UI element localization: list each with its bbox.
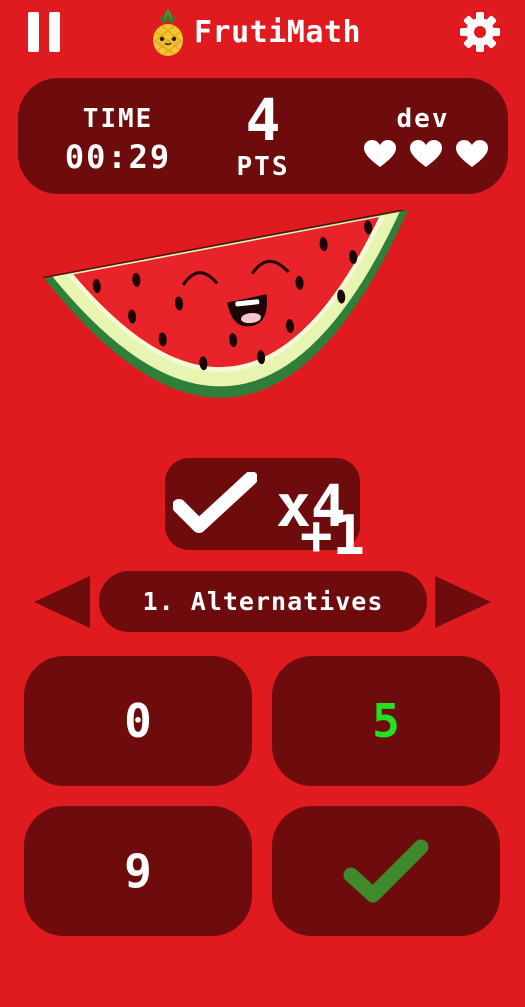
bonus-points: +1 bbox=[300, 504, 366, 567]
prev-mode-button[interactable] bbox=[34, 576, 90, 628]
pineapple-icon bbox=[153, 8, 183, 56]
answer-button-5[interactable]: 5 bbox=[272, 656, 500, 786]
time-label: TIME bbox=[82, 104, 154, 134]
app-brand: FrutiMath bbox=[148, 6, 361, 58]
next-mode-button[interactable] bbox=[435, 576, 491, 628]
check-icon bbox=[343, 839, 429, 903]
score-unit: PTS bbox=[236, 152, 290, 182]
answer-label: 5 bbox=[372, 694, 400, 748]
time-value: 00:29 bbox=[64, 138, 172, 176]
answer-button-9[interactable]: 9 bbox=[24, 806, 252, 936]
mode-selector[interactable]: 1. Alternatives bbox=[99, 571, 427, 632]
arrow-left-icon bbox=[34, 576, 90, 628]
confirm-button[interactable] bbox=[272, 806, 500, 936]
arrow-right-icon bbox=[435, 576, 491, 628]
heart-icon bbox=[456, 140, 488, 167]
player-name: dev bbox=[396, 104, 450, 134]
heart-icon bbox=[364, 140, 396, 167]
watermelon-icon bbox=[43, 210, 409, 398]
check-icon bbox=[173, 472, 257, 533]
settings-button[interactable] bbox=[458, 10, 502, 54]
answer-button-0[interactable]: 0 bbox=[24, 656, 252, 786]
app-title: FrutiMath bbox=[194, 14, 362, 50]
stats-panel: TIME 00:29 4 PTS dev bbox=[18, 78, 508, 194]
score-value: 4 bbox=[245, 86, 281, 154]
heart-icon bbox=[410, 140, 442, 167]
pause-icon bbox=[28, 12, 39, 52]
lives bbox=[364, 140, 488, 168]
answer-label: 9 bbox=[124, 844, 152, 898]
answer-label: 0 bbox=[124, 694, 152, 748]
pause-button[interactable] bbox=[28, 12, 60, 52]
gear-icon bbox=[460, 12, 500, 52]
